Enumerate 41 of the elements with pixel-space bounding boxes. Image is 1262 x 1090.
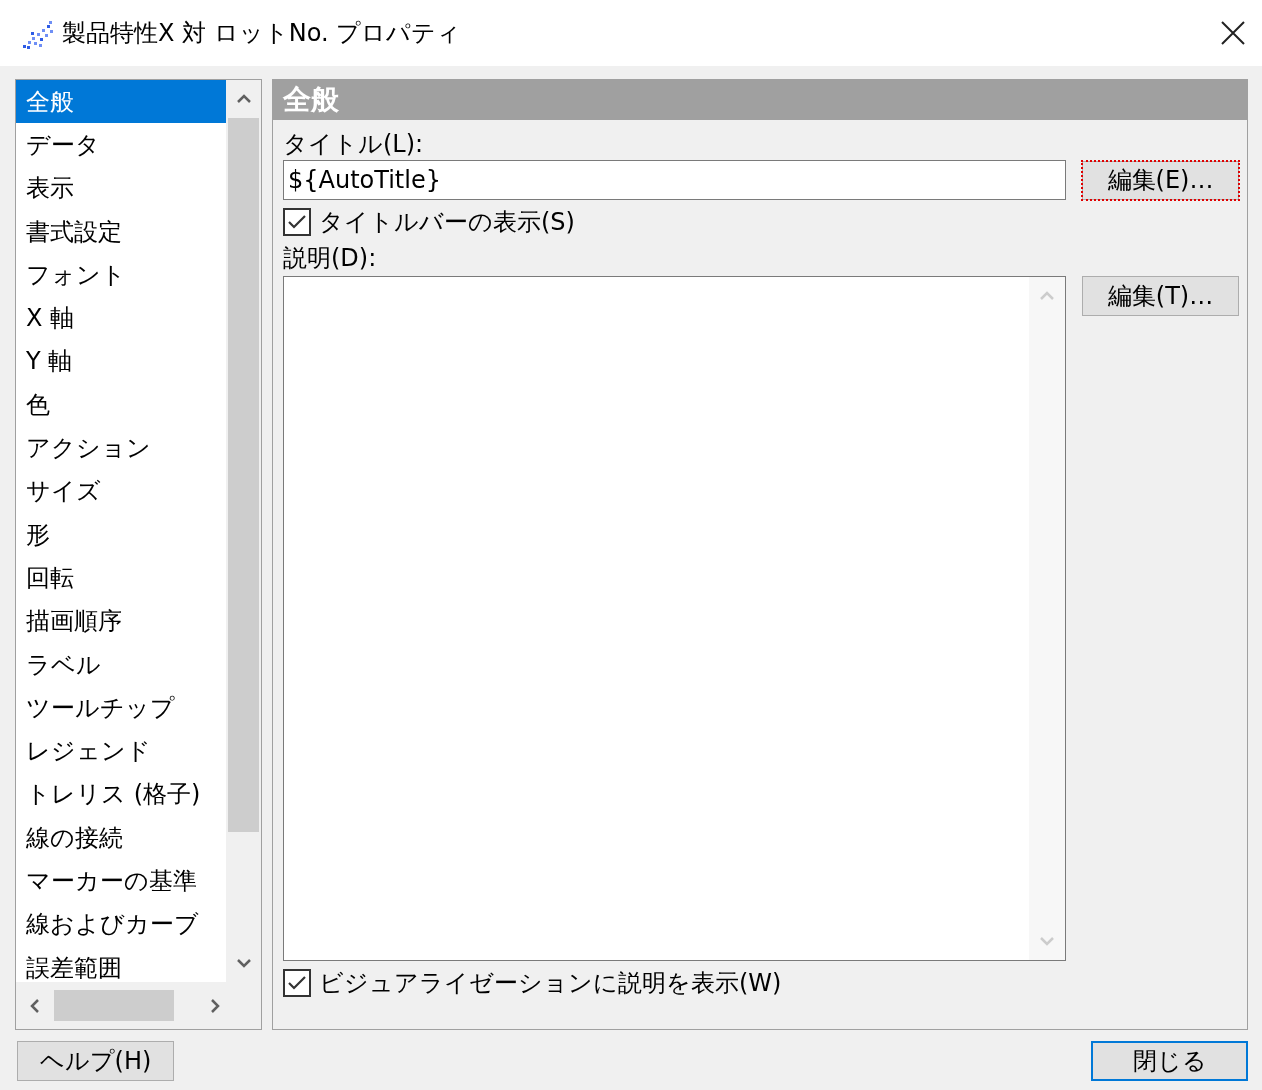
edit-button[interactable]: 編集(E)…	[1082, 160, 1239, 200]
field-label: タイトル(L):	[283, 132, 425, 156]
category-item[interactable]: 描画順序	[16, 599, 226, 643]
category-item[interactable]: マーカーの基準	[16, 859, 226, 903]
category-item[interactable]: Y 軸	[16, 339, 226, 384]
close-icon[interactable]	[1220, 20, 1246, 46]
category-item[interactable]: トレリス (格子)	[16, 772, 226, 817]
category-item[interactable]: 線およびカーブ	[16, 902, 226, 946]
checkbox-label: タイトルバーの表示(S)	[319, 210, 575, 234]
category-item[interactable]: ツールチップ	[16, 686, 226, 730]
close-button[interactable]: 閉じる	[1091, 1041, 1248, 1081]
category-item[interactable]: 回転	[16, 556, 226, 600]
window-title: 製品特性X 対 ロットNo. プロパティ	[62, 18, 463, 49]
category-item[interactable]: 全般	[16, 80, 226, 124]
checkbox[interactable]	[283, 969, 311, 997]
category-item[interactable]: データ	[16, 123, 226, 167]
category-item[interactable]: 書式設定	[16, 209, 226, 254]
category-item[interactable]: 表示	[16, 166, 226, 210]
checkbox[interactable]	[283, 208, 311, 236]
checkmark-icon	[287, 214, 307, 230]
vertical-scrollbar[interactable]	[226, 80, 261, 982]
horizontal-scrollbar[interactable]	[16, 982, 261, 1029]
panel-heading: 全般	[283, 86, 339, 114]
category-item[interactable]: 誤差範囲	[16, 945, 226, 982]
category-item[interactable]: サイズ	[16, 469, 226, 513]
edit-button[interactable]: 編集(T)…	[1082, 276, 1239, 316]
scrollbar-thumb[interactable]	[54, 990, 174, 1021]
category-item[interactable]: フォント	[16, 253, 226, 297]
category-item[interactable]: アクション	[16, 426, 226, 470]
scrollbar-thumb[interactable]	[228, 118, 259, 832]
category-item[interactable]: レジェンド	[16, 729, 226, 773]
checkmark-icon	[287, 975, 307, 991]
title-field[interactable]: ${AutoTitle}	[283, 160, 1066, 200]
category-item[interactable]: 形	[16, 512, 226, 557]
field-label: 説明(D):	[283, 246, 378, 270]
help-button[interactable]: ヘルプ(H)	[17, 1041, 174, 1081]
category-item[interactable]: X 軸	[16, 296, 226, 340]
category-item[interactable]: 線の接続	[16, 816, 226, 860]
category-item[interactable]: ラベル	[16, 642, 226, 687]
checkbox-label: ビジュアライゼーションに説明を表示(W)	[319, 971, 782, 995]
category-item[interactable]: 色	[16, 383, 226, 427]
